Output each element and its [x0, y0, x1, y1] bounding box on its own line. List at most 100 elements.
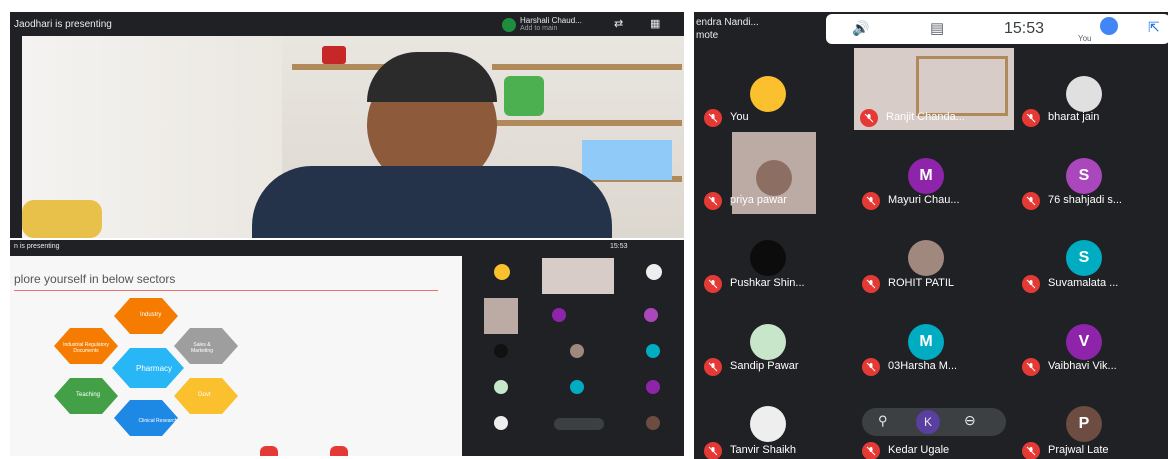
- mic-off-icon: [704, 275, 722, 293]
- participant-name: bharat jain: [1048, 111, 1100, 123]
- header-controls: 🔊 ▤ 15:53 You ⇱: [826, 14, 1168, 44]
- participant-name: priya pawar: [730, 194, 787, 206]
- participant-name: You: [730, 111, 749, 123]
- mini-avatar: [570, 380, 584, 394]
- mini-toolbar: [554, 418, 604, 430]
- sector-label: Pharmacy: [136, 364, 173, 373]
- presenter-shirt: [252, 166, 612, 238]
- you-label: You: [1078, 34, 1092, 43]
- avatar-tanvir: [750, 406, 786, 442]
- slide-divider: [14, 290, 438, 291]
- participant-name: 76 shahjadi s...: [1048, 194, 1122, 206]
- participant-panel: endra Nandi... mote 🔊 ▤ 15:53 You ⇱ You …: [694, 12, 1168, 459]
- mic-off-icon: [862, 358, 880, 376]
- participant-name: Vaibhavi Vik...: [1048, 360, 1117, 372]
- face: [756, 160, 792, 196]
- participant-name: Kedar Ugale: [888, 444, 950, 456]
- grid-icon[interactable]: ▦: [650, 17, 660, 30]
- more-options-icon[interactable]: ⊖: [964, 412, 976, 429]
- avatar-suvamalata: S: [1066, 240, 1102, 276]
- mic-off-icon: [1022, 358, 1040, 376]
- avatar-vaibhavi: V: [1066, 324, 1102, 360]
- end-call-button[interactable]: [260, 446, 278, 456]
- mini-bar: n is presenting 15:53: [10, 240, 684, 254]
- mic-off-icon: [1022, 192, 1040, 210]
- clock-time: 15:53: [1004, 20, 1045, 37]
- avatar-sandip: [750, 324, 786, 360]
- avatar-pushkar: [750, 240, 786, 276]
- floating-toolbar: ⚲ K ⊖: [862, 408, 1006, 436]
- picture-frame: [582, 140, 672, 180]
- mini-avatar: [494, 344, 508, 358]
- participant-name: Suvamalata ...: [1048, 277, 1119, 289]
- avatar-rohit: [908, 240, 944, 276]
- header-name: endra Nandi...: [696, 17, 759, 28]
- pinned-sub: Add to main: [520, 25, 558, 32]
- avatar-shahjadi: S: [1066, 158, 1102, 194]
- mini-avatar: [646, 344, 660, 358]
- header-sub: mote: [696, 30, 719, 41]
- mic-off-icon: [862, 192, 880, 210]
- plant-pot: [322, 46, 346, 64]
- pinned-avatar: [502, 18, 516, 32]
- plant: [504, 76, 544, 116]
- sector-label: Clinical Research: [138, 418, 178, 424]
- slide-title: plore yourself in below sectors: [14, 272, 176, 286]
- mini-time: 15:53: [610, 243, 628, 250]
- k-avatar[interactable]: K: [916, 410, 940, 434]
- sector-label: Teaching: [76, 392, 101, 398]
- cushion: [22, 200, 102, 238]
- mini-avatar: [552, 308, 566, 322]
- avatar-prajwal: P: [1066, 406, 1102, 442]
- mini-video: [484, 298, 518, 334]
- self-avatar[interactable]: [1100, 17, 1118, 35]
- mic-off-icon: [862, 442, 880, 459]
- mic-off-icon: [704, 192, 722, 210]
- mini-avatar: [644, 308, 658, 322]
- presenting-bar: Jaodhari is presenting Harshali Chaud...…: [10, 12, 684, 36]
- pin-icon[interactable]: ⚲: [878, 413, 888, 429]
- mini-presenting-text: n is presenting: [14, 243, 60, 250]
- mic-off-icon: [704, 109, 722, 127]
- participant-name: Sandip Pawar: [730, 360, 799, 372]
- presenter-hair: [367, 52, 497, 102]
- mic-button[interactable]: [330, 446, 348, 456]
- participant-name: Tanvir Shaikh: [730, 444, 797, 456]
- cast-icon[interactable]: ⇄: [614, 17, 623, 30]
- panel-header: endra Nandi... mote 🔊 ▤ 15:53 You ⇱: [694, 12, 1168, 46]
- mic-off-icon: [1022, 109, 1040, 127]
- participant-name: Prajwal Late: [1048, 444, 1109, 456]
- avatar-harsha: M: [908, 324, 944, 360]
- mini-avatar: [646, 380, 660, 394]
- sector-label: Industry: [140, 312, 162, 318]
- slide: plore yourself in below sectors Industri…: [10, 256, 462, 456]
- mic-off-icon: [1022, 275, 1040, 293]
- avatar-bharat: [1066, 76, 1102, 112]
- shelf: [492, 120, 682, 126]
- avatar-mayuri: M: [908, 158, 944, 194]
- participant-name: Mayuri Chau...: [888, 194, 960, 206]
- mini-avatar: [646, 264, 662, 280]
- sector-label: Sales & Marketing: [191, 342, 213, 354]
- sector-label: Govt: [198, 392, 211, 398]
- chat-icon[interactable]: ▤: [930, 19, 944, 37]
- mini-avatar: [494, 416, 508, 430]
- more-icon[interactable]: ⇱: [1148, 19, 1160, 36]
- mini-participant-grid: [470, 256, 684, 456]
- participant-name: 03Harsha M...: [888, 360, 958, 372]
- avatar-you: [750, 76, 786, 112]
- shelf: [492, 64, 682, 70]
- main-presentation-panel: Jaodhari is presenting Harshali Chaud...…: [10, 12, 684, 238]
- pinned-name: Harshali Chaud...: [520, 16, 582, 25]
- mini-avatar: [646, 416, 660, 430]
- mini-avatar: [570, 344, 584, 358]
- participant-name: Ranjit Chanda...: [886, 111, 965, 123]
- mini-avatar: [494, 380, 508, 394]
- mini-avatar: [494, 264, 510, 280]
- presenting-text: Jaodhari is presenting: [14, 19, 112, 30]
- mic-off-icon: [1022, 442, 1040, 459]
- presenter-video: [22, 36, 684, 238]
- shared-screen-panel: n is presenting 15:53 plore yourself in …: [10, 240, 684, 456]
- mic-off-icon: [860, 109, 878, 127]
- speaker-icon[interactable]: 🔊: [852, 20, 869, 37]
